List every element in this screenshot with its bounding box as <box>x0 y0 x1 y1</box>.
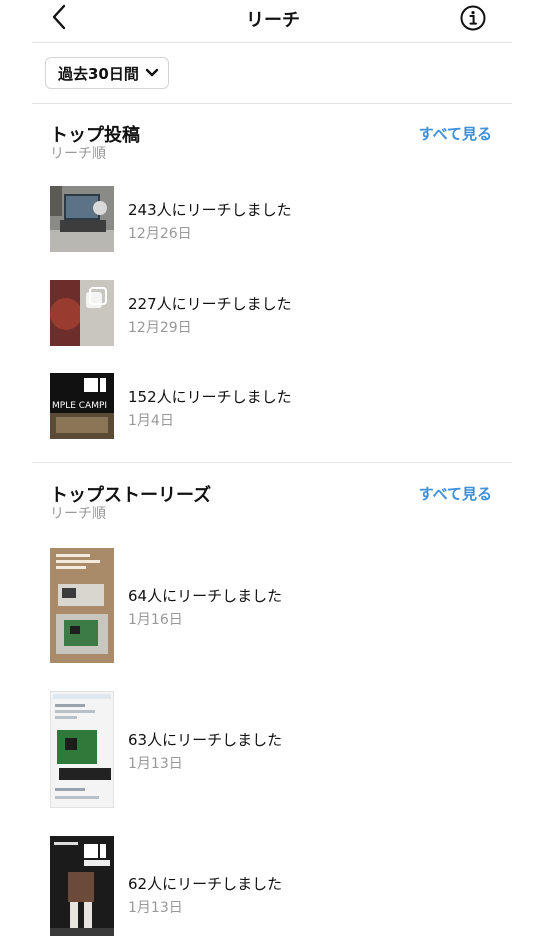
top-post-item-2[interactable]: 227人にリーチしました 12月29日 <box>50 280 510 346</box>
period-dropdown[interactable]: 過去30日間 <box>45 57 169 89</box>
chevron-down-icon <box>145 68 159 77</box>
header: リーチ <box>0 0 546 42</box>
reach-count: 62人にリーチしました <box>128 875 283 893</box>
thumbnail-caption: MPLE CAMPI <box>52 401 107 411</box>
post-thumbnail: MPLE CAMPI <box>50 373 114 439</box>
post-date: 12月26日 <box>128 226 192 242</box>
top-stories-subtitle: リーチ順 <box>50 506 106 522</box>
story-date: 1月13日 <box>128 900 183 916</box>
period-label: 過去30日間 <box>58 64 139 83</box>
top-post-item-1[interactable]: 243人にリーチしました 12月26日 <box>50 186 510 252</box>
story-thumbnail <box>50 691 114 808</box>
top-stories-see-all-link[interactable]: すべて見る <box>419 483 492 504</box>
story-date: 1月13日 <box>128 756 183 772</box>
story-thumbnail <box>50 836 114 936</box>
top-post-item-3[interactable]: MPLE CAMPI 152人にリーチしました 1月4日 <box>50 373 510 439</box>
post-thumbnail <box>50 186 114 252</box>
reach-count: 227人にリーチしました <box>128 295 292 313</box>
reach-count: 63人にリーチしました <box>128 731 283 749</box>
reach-count: 64人にリーチしました <box>128 587 283 605</box>
story-thumbnail <box>50 548 114 663</box>
top-posts-see-all-link[interactable]: すべて見る <box>419 123 492 144</box>
top-story-item-2[interactable]: 63人にリーチしました 1月13日 <box>50 691 510 808</box>
top-story-item-1[interactable]: 64人にリーチしました 1月16日 <box>50 548 510 663</box>
reach-count: 243人にリーチしました <box>128 201 292 219</box>
period-divider <box>32 103 512 104</box>
top-posts-subtitle: リーチ順 <box>50 146 106 162</box>
info-icon <box>460 5 486 31</box>
story-date: 1月16日 <box>128 612 183 628</box>
reach-count: 152人にリーチしました <box>128 388 292 406</box>
top-story-item-3[interactable]: 62人にリーチしました 1月13日 <box>50 836 510 936</box>
post-thumbnail <box>50 280 114 346</box>
header-divider <box>32 42 512 43</box>
post-date: 1月4日 <box>128 413 174 429</box>
post-date: 12月29日 <box>128 320 192 336</box>
section-divider <box>32 462 512 463</box>
info-button[interactable] <box>459 4 487 32</box>
